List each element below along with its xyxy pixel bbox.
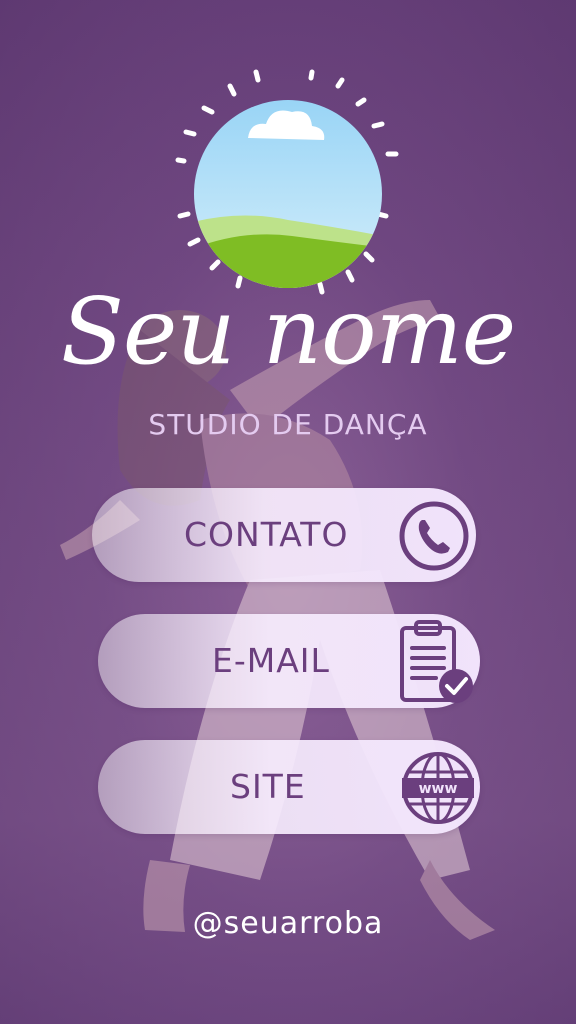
email-label: E-MAIL xyxy=(212,641,330,680)
email-button[interactable]: E-MAIL xyxy=(98,614,480,708)
social-handle[interactable]: @seuarroba xyxy=(0,906,576,941)
contato-label: CONTATO xyxy=(184,515,349,554)
landscape-logo-icon xyxy=(175,69,399,295)
svg-text:www: www xyxy=(419,781,458,797)
site-label: SITE xyxy=(230,767,306,806)
clipboard-check-icon xyxy=(400,620,473,703)
phone-icon xyxy=(399,501,469,571)
site-button[interactable]: SITE www xyxy=(98,740,480,834)
contato-button[interactable]: CONTATO xyxy=(92,488,476,582)
globe-www-icon: www xyxy=(402,752,474,824)
studio-owner-name: Seu nome xyxy=(60,278,516,385)
studio-subtitle: STUDIO DE DANÇA xyxy=(148,408,428,441)
